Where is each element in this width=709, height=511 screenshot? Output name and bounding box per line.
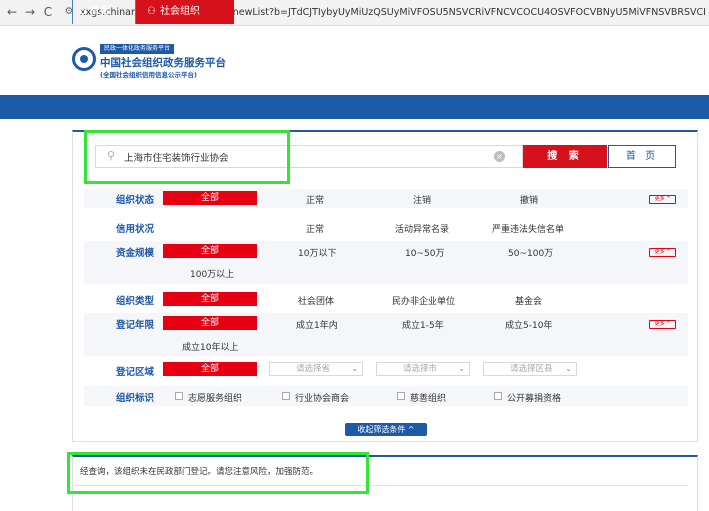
years-more-button[interactable]: 更多 ^ [649, 320, 676, 329]
city-select-value: 请选择市 [403, 364, 438, 374]
region-all[interactable]: 全部 [163, 362, 257, 376]
nav-home[interactable]: ⌂ 首页 [72, 0, 136, 24]
reload-icon[interactable]: C [40, 4, 56, 20]
capital-option-3[interactable]: 50~100万 [508, 246, 553, 259]
capital-more-button[interactable]: 更多 ^ [649, 248, 676, 257]
highlight-result-message [67, 452, 369, 494]
main-nav [0, 95, 709, 119]
logo-emblem-icon [72, 47, 96, 71]
tag-public-fundraising[interactable]: 公开募捐资格 [507, 391, 561, 404]
nav-home-label: 首页 [89, 6, 109, 17]
site-title: 中国社会组织政务服务平台 [100, 57, 226, 69]
years-option-2[interactable]: 成立1-5年 [402, 318, 444, 331]
site-subtitle: (全国社会组织信用信息公示平台) [100, 71, 197, 79]
province-select[interactable]: 请选择省 ⌄ [269, 362, 363, 376]
status-option-normal[interactable]: 正常 [306, 193, 324, 206]
forward-icon[interactable]: → [22, 4, 38, 20]
credit-option-normal[interactable]: 正常 [306, 222, 324, 235]
industry-association-checkbox[interactable] [282, 392, 290, 400]
capital-option-2[interactable]: 10~50万 [405, 246, 444, 259]
credit-option-blacklist[interactable]: 严重违法失信名单 [492, 222, 564, 235]
tag-volunteer[interactable]: 志愿服务组织 [188, 391, 242, 404]
years-option-4[interactable]: 成立10年以上 [182, 340, 238, 353]
chevron-down-icon: ⌄ [458, 364, 465, 373]
tag-industry-association[interactable]: 行业协会商会 [295, 391, 349, 404]
filter-label-status: 组织状态 [116, 195, 155, 206]
nav-org-label: 社会组织 [160, 6, 200, 17]
highlight-search-box [84, 130, 290, 184]
volunteer-checkbox[interactable] [175, 392, 183, 400]
status-more-button[interactable]: 更多 ^ [649, 195, 676, 204]
collapse-filters-button[interactable]: 收起筛选条件 ^ [345, 423, 427, 436]
logo-tag: 民政一体化政务服务平台 [100, 44, 175, 54]
home-icon: ⌂ [79, 6, 86, 17]
type-option-private-nonprofit[interactable]: 民办非企业单位 [392, 294, 455, 307]
filter-label-tags: 组织标识 [116, 393, 155, 404]
type-option-society[interactable]: 社会团体 [298, 294, 334, 307]
tag-charity[interactable]: 慈善组织 [410, 391, 446, 404]
filter-label-type: 组织类型 [116, 296, 155, 307]
chevron-down-icon: ⌄ [565, 364, 572, 373]
chevron-down-icon: ⌄ [351, 364, 358, 373]
nav-social-org[interactable]: ⚇ 社会组织 [136, 0, 234, 24]
type-option-foundation[interactable]: 基金会 [515, 294, 542, 307]
district-select-value: 请选择区县 [510, 364, 553, 374]
charity-checkbox[interactable] [397, 392, 405, 400]
city-select[interactable]: 请选择市 ⌄ [376, 362, 470, 376]
org-icon: ⚇ [147, 6, 156, 17]
public-fundraising-checkbox[interactable] [494, 392, 502, 400]
filter-label-years: 登记年限 [116, 320, 155, 331]
years-all[interactable]: 全部 [163, 316, 257, 330]
filter-label-capital: 资金规模 [116, 248, 155, 259]
district-select[interactable]: 请选择区县 ⌄ [483, 362, 577, 376]
credit-option-abnormal[interactable]: 活动异常名录 [395, 222, 449, 235]
status-option-cancelled[interactable]: 注销 [413, 193, 431, 206]
capital-option-4[interactable]: 100万以上 [190, 267, 234, 280]
status-all[interactable]: 全部 [163, 191, 257, 205]
clear-icon[interactable]: × [494, 151, 505, 162]
capital-option-1[interactable]: 10万以下 [298, 246, 336, 259]
type-all[interactable]: 全部 [163, 292, 257, 306]
province-select-value: 请选择省 [296, 364, 331, 374]
filter-label-credit: 信用状况 [116, 224, 155, 235]
years-option-1[interactable]: 成立1年内 [296, 318, 338, 331]
years-option-3[interactable]: 成立5-10年 [505, 318, 552, 331]
home-button[interactable]: 首 页 [608, 145, 676, 168]
capital-all[interactable]: 全部 [163, 244, 257, 258]
filter-label-region: 登记区域 [116, 367, 155, 378]
back-icon[interactable]: ← [4, 4, 20, 20]
search-button[interactable]: 搜 索 [523, 145, 607, 168]
status-option-revoked[interactable]: 撤销 [520, 193, 538, 206]
